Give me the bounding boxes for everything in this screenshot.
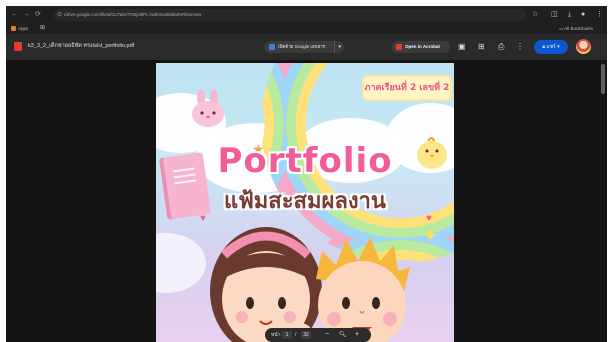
site-info-icon[interactable]: ⊙ (57, 9, 62, 21)
bunny-icon (192, 89, 224, 127)
comment-icon[interactable]: ▣ (458, 41, 466, 53)
menu-dots-icon[interactable]: ⋮ (596, 10, 603, 20)
page-controls: หน้า 1 / 32 − 🔍︎ + (265, 328, 371, 342)
zoom-out-icon[interactable]: − (325, 328, 329, 342)
open-with-google-docs-button[interactable]: เปิดด้วย Google เอกสาร ▾ (264, 41, 344, 53)
forward-icon[interactable]: → (23, 10, 30, 20)
print-icon[interactable]: ⎙ (498, 41, 504, 53)
acrobat-icon (396, 44, 402, 50)
semester-badge: ภาคเรียนที่ 2 เลขที่ 2 (364, 77, 450, 99)
sparkle-icon: ✦ (422, 225, 439, 247)
profile-icon[interactable]: ● (581, 10, 585, 20)
reload-icon[interactable]: ⟳ (35, 10, 41, 20)
bookmark-star-icon[interactable]: ☆ (532, 10, 538, 20)
browser-top-bar: ← → ⟳ ⊙ rdrive.google.com/file/d/1UTa5V7… (6, 6, 607, 34)
share-button[interactable]: 🔒︎ แชร์ ▾ (534, 40, 568, 54)
apps-icon (11, 26, 16, 32)
current-page-input[interactable]: 1 (282, 331, 292, 339)
pdf-file-icon (14, 42, 22, 51)
boy-illustration (316, 237, 410, 342)
zoom-icon[interactable]: 🔍︎ (339, 328, 347, 342)
zoom-in-icon[interactable]: + (355, 328, 359, 342)
open-in-acrobat-button[interactable]: Open in Acrobat (392, 41, 450, 53)
google-docs-icon (269, 44, 275, 50)
extensions-icon[interactable]: ◫ (551, 10, 558, 20)
scrollbar[interactable] (601, 64, 605, 94)
cloud-decoration (156, 233, 206, 293)
add-icon[interactable]: ⊞ (478, 41, 485, 53)
pdf-page: ภาคเรียนที่ 2 เลขที่ 2 ★ ♥ ♥ ✦ Portfolio… (156, 63, 454, 342)
pdf-file-name: k3_3_2_เด็กชายอธิทัต ทรงแดง_portfolio.pd… (28, 43, 135, 49)
all-bookmarks[interactable]: ▭ All Bookmarks (559, 24, 593, 33)
browser-window: ← → ⟳ ⊙ rdrive.google.com/file/d/1UTa5V7… (6, 6, 607, 342)
chevron-down-icon[interactable]: ▾ (334, 41, 341, 53)
apps-bookmark[interactable]: Apps (11, 24, 28, 33)
download-icon[interactable]: ⤓ (568, 10, 571, 20)
title-thai: แฟ้มสะสมผลงาน (224, 189, 386, 214)
back-icon[interactable]: ← (11, 10, 18, 20)
title-portfolio: Portfolio (217, 141, 393, 181)
avatar[interactable] (576, 39, 591, 54)
page-label: หน้า (271, 332, 281, 338)
grid-icon[interactable]: ⊞ (40, 24, 45, 33)
address-bar[interactable]: ⊙ rdrive.google.com/file/d/1UTa5V7KBjz8f… (54, 9, 526, 21)
more-options-icon[interactable]: ⋮ (516, 41, 524, 53)
page-separator: / (295, 332, 297, 338)
address-text: rdrive.google.com/file/d/1UTa5V7KBjz8fPL… (64, 12, 202, 17)
total-pages: 32 (301, 331, 311, 339)
pdf-toolbar: k3_3_2_เด็กชายอธิทัต ทรงแดง_portfolio.pd… (6, 34, 607, 60)
